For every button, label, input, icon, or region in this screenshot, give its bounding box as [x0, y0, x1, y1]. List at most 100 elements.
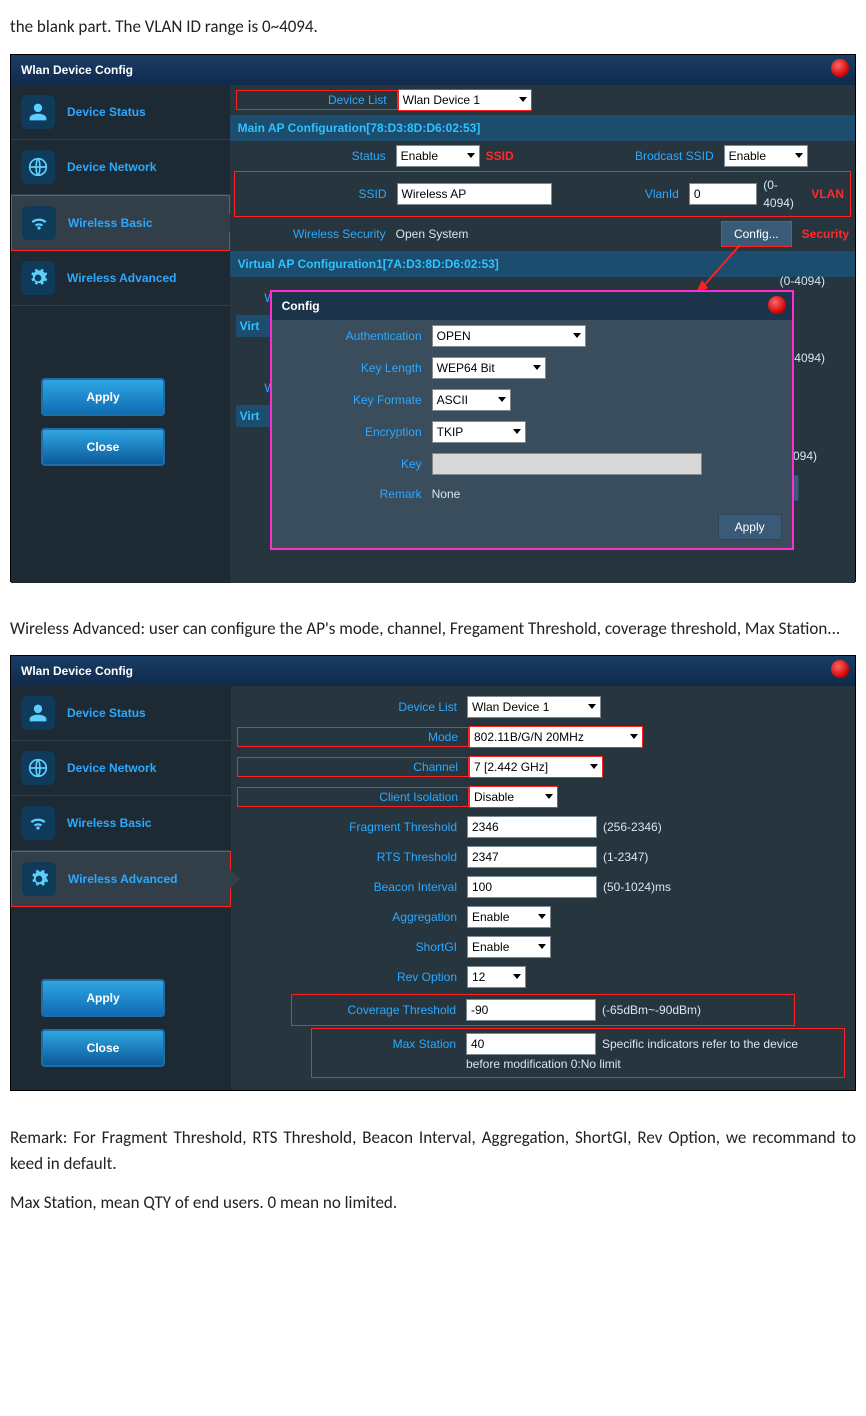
- window-titlebar: Wlan Device Config: [11, 55, 855, 85]
- rts-threshold-label: RTS Threshold: [237, 848, 467, 866]
- virtual-ap-section-head: Virtual AP Configuration1[7A:D3:8D:D6:02…: [230, 251, 855, 277]
- virt-label: Virt: [236, 315, 270, 337]
- popup-apply-button[interactable]: Apply: [718, 514, 782, 540]
- apply-button[interactable]: Apply: [41, 979, 165, 1017]
- sidebar: Device Status Device Network Wireless Ba…: [11, 686, 231, 1090]
- key-length-select[interactable]: WEP64 Bit: [432, 357, 546, 379]
- sidebar-item-label: Device Network: [67, 158, 156, 176]
- sidebar-item-device-network[interactable]: Device Network: [11, 741, 231, 796]
- rts-threshold-input[interactable]: 2347: [467, 846, 597, 868]
- key-input[interactable]: [432, 453, 702, 475]
- device-list-select[interactable]: Wlan Device 1: [467, 696, 601, 718]
- max-station-note2: before modification 0:No limit: [466, 1055, 621, 1073]
- device-list-select[interactable]: Wlan Device 1: [398, 89, 532, 111]
- encryption-select[interactable]: TKIP: [432, 421, 526, 443]
- config-popup: Config Authentication OPEN Key Length WE…: [270, 290, 794, 550]
- fragment-threshold-input[interactable]: 2346: [467, 816, 597, 838]
- intro-para-1: the blank part. The VLAN ID range is 0~4…: [10, 14, 856, 40]
- wireless-advanced-para: Wireless Advanced: user can configure th…: [10, 616, 856, 642]
- beacon-range-note: (50-1024)ms: [603, 878, 671, 896]
- ssid-annotation: SSID: [486, 147, 514, 165]
- mode-select[interactable]: 802.11B/G/N 20MHz: [469, 726, 643, 748]
- aggregation-label: Aggregation: [237, 908, 467, 926]
- sidebar-item-label: Wireless Basic: [68, 214, 153, 232]
- sidebar-item-label: Device Network: [67, 759, 156, 777]
- wireless-advanced-screenshot: Wlan Device Config Device Status Device …: [10, 655, 856, 1091]
- max-station-input[interactable]: 40: [466, 1033, 596, 1055]
- vlanid-input[interactable]: 0: [689, 183, 757, 205]
- channel-label: Channel: [237, 757, 469, 777]
- window-title: Wlan Device Config: [21, 664, 133, 678]
- vlan-annotation: VLAN: [811, 185, 844, 203]
- client-isolation-select[interactable]: Disable: [469, 786, 558, 808]
- coverage-range-note: (-65dBm~-90dBm): [602, 1001, 701, 1019]
- apply-button[interactable]: Apply: [41, 378, 165, 416]
- content-panel: Device List Wlan Device 1 Main AP Config…: [230, 85, 855, 583]
- aggregation-select[interactable]: Enable: [467, 906, 551, 928]
- ssid-input[interactable]: Wireless AP: [397, 183, 553, 205]
- sidebar-item-device-network[interactable]: Device Network: [11, 140, 230, 195]
- rev-option-label: Rev Option: [237, 968, 467, 986]
- rts-range-note: (1-2347): [603, 848, 648, 866]
- sidebar-item-wireless-advanced[interactable]: Wireless Advanced: [11, 251, 230, 306]
- wireless-basic-screenshot: Wlan Device Config Device Status Device …: [10, 54, 856, 582]
- window-close-icon[interactable]: [831, 59, 849, 77]
- sidebar-item-label: Device Status: [67, 704, 146, 722]
- max-station-para: Max Station, mean QTY of end users. 0 me…: [10, 1190, 856, 1216]
- sidebar-item-label: Wireless Basic: [67, 814, 152, 832]
- window-close-icon[interactable]: [831, 660, 849, 678]
- beacon-interval-input[interactable]: 100: [467, 876, 597, 898]
- coverage-threshold-label: Coverage Threshold: [298, 1001, 466, 1019]
- max-station-note1: Specific indicators refer to the device: [602, 1035, 798, 1053]
- rev-option-select[interactable]: 12: [467, 966, 526, 988]
- key-length-label: Key Length: [282, 359, 432, 377]
- key-label: Key: [282, 455, 432, 473]
- max-station-label: Max Station: [318, 1035, 466, 1053]
- channel-select[interactable]: 7 [2.442 GHz]: [469, 756, 603, 778]
- encryption-label: Encryption: [282, 423, 432, 441]
- ssid-label: SSID: [241, 185, 397, 203]
- sidebar-item-label: Wireless Advanced: [67, 269, 177, 287]
- vlan-range-note: (0-4094): [763, 176, 807, 212]
- security-annotation: Security: [802, 225, 849, 243]
- shortgi-label: ShortGI: [237, 938, 467, 956]
- user-icon: [21, 95, 55, 129]
- shortgi-select[interactable]: Enable: [467, 936, 551, 958]
- sidebar: Device Status Device Network Wireless Ba…: [11, 85, 230, 583]
- sidebar-item-wireless-advanced[interactable]: Wireless Advanced: [11, 851, 231, 907]
- main-ap-section-head: Main AP Configuration[78:D3:8D:D6:02:53]: [230, 115, 855, 141]
- close-button[interactable]: Close: [41, 1029, 165, 1067]
- authentication-label: Authentication: [282, 327, 432, 345]
- status-label: Status: [236, 147, 396, 165]
- popup-close-icon[interactable]: [768, 296, 786, 314]
- key-format-select[interactable]: ASCII: [432, 389, 511, 411]
- sidebar-item-label: Wireless Advanced: [68, 870, 178, 888]
- globe-icon: [21, 150, 55, 184]
- status-select[interactable]: Enable: [396, 145, 480, 167]
- popup-title: Config: [272, 292, 792, 320]
- globe-icon: [21, 751, 55, 785]
- fragment-threshold-label: Fragment Threshold: [237, 818, 467, 836]
- sidebar-item-wireless-basic[interactable]: Wireless Basic: [11, 796, 231, 851]
- broadcast-ssid-select[interactable]: Enable: [724, 145, 808, 167]
- vlanid-label: VlanId: [621, 185, 689, 203]
- fragment-range-note: (256-2346): [603, 818, 662, 836]
- window-titlebar: Wlan Device Config: [11, 656, 855, 686]
- authentication-select[interactable]: OPEN: [432, 325, 586, 347]
- sidebar-item-wireless-basic[interactable]: Wireless Basic: [11, 195, 230, 251]
- remark-value: None: [432, 485, 461, 503]
- wireless-security-label: Wireless Security: [236, 225, 396, 243]
- coverage-threshold-input[interactable]: -90: [466, 999, 596, 1021]
- wireless-security-value: Open System: [396, 225, 469, 243]
- wifi-icon: [21, 806, 55, 840]
- window-title: Wlan Device Config: [21, 63, 133, 77]
- sidebar-item-label: Device Status: [67, 103, 146, 121]
- sidebar-item-device-status[interactable]: Device Status: [11, 85, 230, 140]
- device-list-label: Device List: [236, 90, 398, 110]
- key-format-label: Key Formate: [282, 391, 432, 409]
- close-button[interactable]: Close: [41, 428, 165, 466]
- device-list-label: Device List: [237, 698, 467, 716]
- gear-icon: [22, 862, 56, 896]
- sidebar-item-device-status[interactable]: Device Status: [11, 686, 231, 741]
- beacon-interval-label: Beacon Interval: [237, 878, 467, 896]
